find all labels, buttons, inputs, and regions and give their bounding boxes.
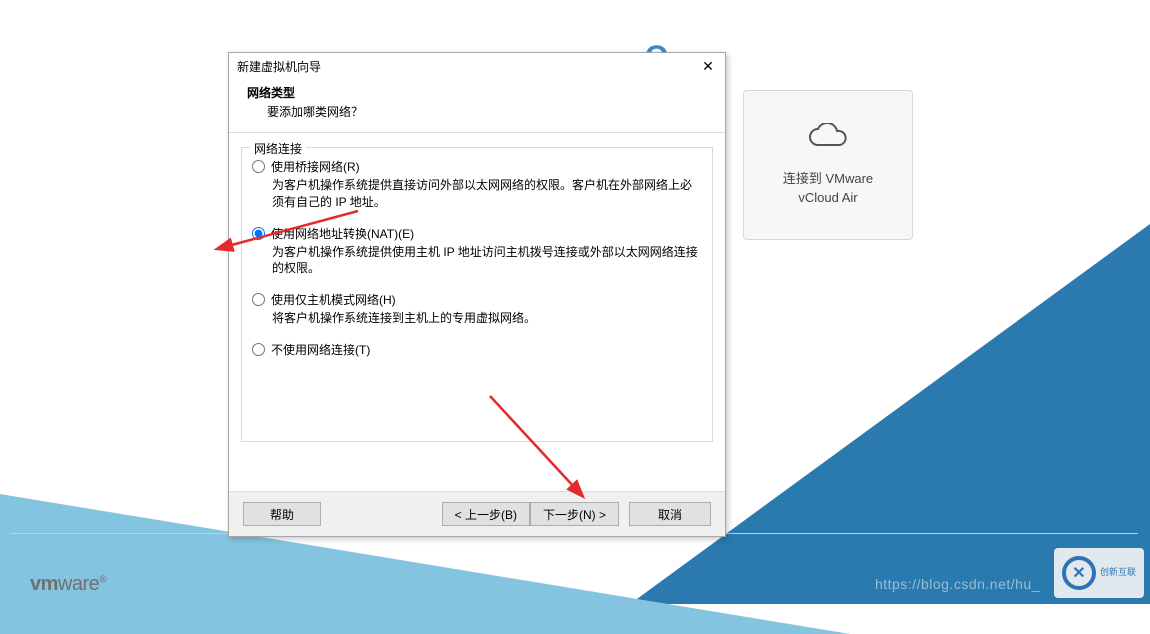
radio-nat-label: 使用网络地址转换(NAT)(E) bbox=[271, 225, 414, 242]
dialog-header: 网络类型 要添加哪类网络？ bbox=[229, 78, 725, 133]
vcloud-label: 连接到 VMwarevCloud Air bbox=[783, 169, 873, 208]
radio-none-label: 不使用网络连接(T) bbox=[271, 341, 370, 358]
radio-nat[interactable] bbox=[252, 227, 265, 240]
watermark-logo: ✕ 创新互联 bbox=[1054, 548, 1144, 598]
radio-nat-desc: 为客户机操作系统提供使用主机 IP 地址访问主机拨号连接或外部以太网网络连接的权… bbox=[272, 244, 702, 278]
radio-bridged-desc: 为客户机操作系统提供直接访问外部以太网网络的权限。客户机在外部网络上必须有自己的… bbox=[272, 177, 702, 211]
radio-bridged-label: 使用桥接网络(R) bbox=[271, 158, 360, 175]
dialog-title-text: 新建虚拟机向导 bbox=[237, 58, 321, 75]
group-legend: 网络连接 bbox=[250, 140, 306, 157]
next-button[interactable]: 下一步(N) > bbox=[530, 502, 619, 526]
network-connection-group: 网络连接 使用桥接网络(R) 为客户机操作系统提供直接访问外部以太网网络的权限。… bbox=[241, 147, 713, 442]
help-button[interactable]: 帮助 bbox=[243, 502, 321, 526]
watermark-url: https://blog.csdn.net/hu_ bbox=[875, 576, 1040, 592]
dialog-titlebar: 新建虚拟机向导 ✕ bbox=[229, 53, 725, 78]
dialog-footer: 帮助 < 上一步(B) 下一步(N) > 取消 bbox=[229, 491, 725, 536]
new-vm-wizard-dialog: 新建虚拟机向导 ✕ 网络类型 要添加哪类网络？ 网络连接 使用桥接网络(R) 为… bbox=[228, 52, 726, 537]
vcloud-air-card[interactable]: 连接到 VMwarevCloud Air bbox=[743, 90, 913, 240]
dialog-header-subtitle: 要添加哪类网络？ bbox=[267, 103, 709, 120]
cloud-icon bbox=[806, 123, 850, 151]
radio-bridged[interactable] bbox=[252, 160, 265, 173]
dialog-header-title: 网络类型 bbox=[247, 84, 709, 101]
radio-hostonly-desc: 将客户机操作系统连接到主机上的专用虚拟网络。 bbox=[272, 310, 702, 327]
radio-hostonly-label: 使用仅主机模式网络(H) bbox=[271, 291, 396, 308]
radio-hostonly[interactable] bbox=[252, 293, 265, 306]
close-icon[interactable]: ✕ bbox=[699, 59, 717, 75]
radio-none[interactable] bbox=[252, 343, 265, 356]
cancel-button[interactable]: 取消 bbox=[629, 502, 711, 526]
back-button[interactable]: < 上一步(B) bbox=[442, 502, 530, 526]
vmware-logo: vmware® bbox=[30, 573, 106, 596]
